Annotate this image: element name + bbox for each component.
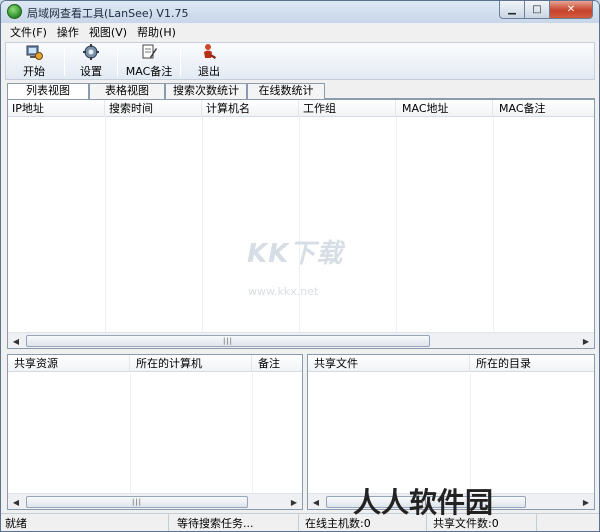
status-ready: 就绪 [1,514,169,531]
settings-button[interactable]: 设置 [67,43,115,79]
col-share-resource[interactable]: 共享资源 [8,355,130,372]
grid-line [299,117,300,332]
grid-line [396,117,397,332]
view-tabs: 列表视图 表格视图 搜索次数统计 在线数统计 [7,83,595,100]
note-edit-icon [140,43,158,61]
share-files-header: 共享文件 所在的目录 [308,355,594,372]
col-ip-address[interactable]: IP地址 [8,100,105,117]
window-title: 局域网查看工具(LanSee) V1.75 [27,7,189,20]
start-label: 开始 [23,65,45,78]
menu-view[interactable]: 视图(V) [84,24,132,40]
col-mac-address[interactable]: MAC地址 [396,100,493,117]
app-globe-icon [7,4,22,19]
tab-table-view[interactable]: 表格视图 [89,83,165,99]
close-button[interactable]: ✕ [550,1,593,19]
settings-gear-icon [82,43,100,61]
col-share-file[interactable]: 共享文件 [308,355,470,372]
scroll-left-arrow-icon[interactable]: ◀ [308,494,324,509]
col-computer-name[interactable]: 计算机名 [202,100,299,117]
toolbar-separator [180,46,181,76]
menu-help[interactable]: 帮助(H) [132,24,181,40]
share-resources-pane[interactable]: 共享资源 所在的计算机 备注 ◀ ||| ▶ [7,354,303,510]
menu-bar: 文件(F) 操作 视图(V) 帮助(H) [1,23,599,41]
mac-note-label: MAC备注 [125,65,173,78]
scroll-right-arrow-icon[interactable]: ▶ [578,333,594,348]
col-mac-note[interactable]: MAC备注 [493,100,594,117]
title-bar[interactable]: 局域网查看工具(LanSee) V1.75 ▁ □ ✕ [1,1,599,23]
close-icon: ✕ [566,4,576,15]
grid-line [202,117,203,332]
exit-button[interactable]: 退出 [183,43,235,79]
grid-line [130,372,131,493]
maximize-icon: □ [532,4,542,15]
toolbar-separator [64,46,65,76]
share-resources-header: 共享资源 所在的计算机 备注 [8,355,302,372]
toolbar-separator [117,46,118,76]
maximize-button[interactable]: □ [525,1,550,19]
scroll-thumb[interactable]: ||| [26,335,430,347]
grid-line [252,372,253,493]
start-computer-icon [25,43,43,61]
minimize-icon: ▁ [508,4,516,15]
share-resources-hscrollbar[interactable]: ◀ ||| ▶ [8,493,302,509]
tab-search-count[interactable]: 搜索次数统计 [165,83,247,99]
col-search-time[interactable]: 搜索时间 [105,100,202,117]
watermark-corner: 人人软件园 [353,486,494,519]
toolbar: 开始 设置 MAC备注 退出 [5,42,595,80]
menu-file[interactable]: 文件(F) [5,24,52,40]
status-extra [537,514,599,531]
host-list-header: IP地址 搜索时间 计算机名 工作组 MAC地址 MAC备注 [8,100,594,117]
col-workgroup[interactable]: 工作组 [299,100,396,117]
tab-list-view[interactable]: 列表视图 [7,83,89,100]
host-list-pane[interactable]: IP地址 搜索时间 计算机名 工作组 MAC地址 MAC备注 ◀ ||| ▶ [7,99,595,349]
col-remark[interactable]: 备注 [252,355,302,372]
status-bar: 就绪 等待搜索任务... 在线主机数:0 共享文件数:0 [1,513,599,531]
scroll-left-arrow-icon[interactable]: ◀ [8,333,24,348]
grid-line [470,372,471,493]
watermark-url: www.kkx.net [248,285,319,298]
app-window: 局域网查看工具(LanSee) V1.75 ▁ □ ✕ 文件(F) 操作 视图(… [0,0,600,532]
window-controls: ▁ □ ✕ [499,1,593,19]
scroll-thumb[interactable]: ||| [26,496,248,508]
scroll-right-arrow-icon[interactable]: ▶ [578,494,594,509]
scroll-right-arrow-icon[interactable]: ▶ [286,494,302,509]
grid-line [493,117,494,332]
scroll-left-arrow-icon[interactable]: ◀ [8,494,24,509]
tab-online-count[interactable]: 在线数统计 [247,83,325,99]
col-directory[interactable]: 所在的目录 [470,355,594,372]
host-list-hscrollbar[interactable]: ◀ ||| ▶ [8,332,594,348]
minimize-button[interactable]: ▁ [499,1,525,19]
grid-line [105,117,106,332]
menu-operate[interactable]: 操作 [52,24,84,40]
start-button[interactable]: 开始 [6,43,62,79]
status-waiting: 等待搜索任务... [169,514,299,531]
watermark-brand: KK下载 [247,239,344,269]
settings-label: 设置 [80,65,102,78]
col-host-computer[interactable]: 所在的计算机 [130,355,252,372]
mac-note-button[interactable]: MAC备注 [120,43,178,79]
exit-label: 退出 [198,65,220,78]
exit-person-icon [200,43,218,61]
